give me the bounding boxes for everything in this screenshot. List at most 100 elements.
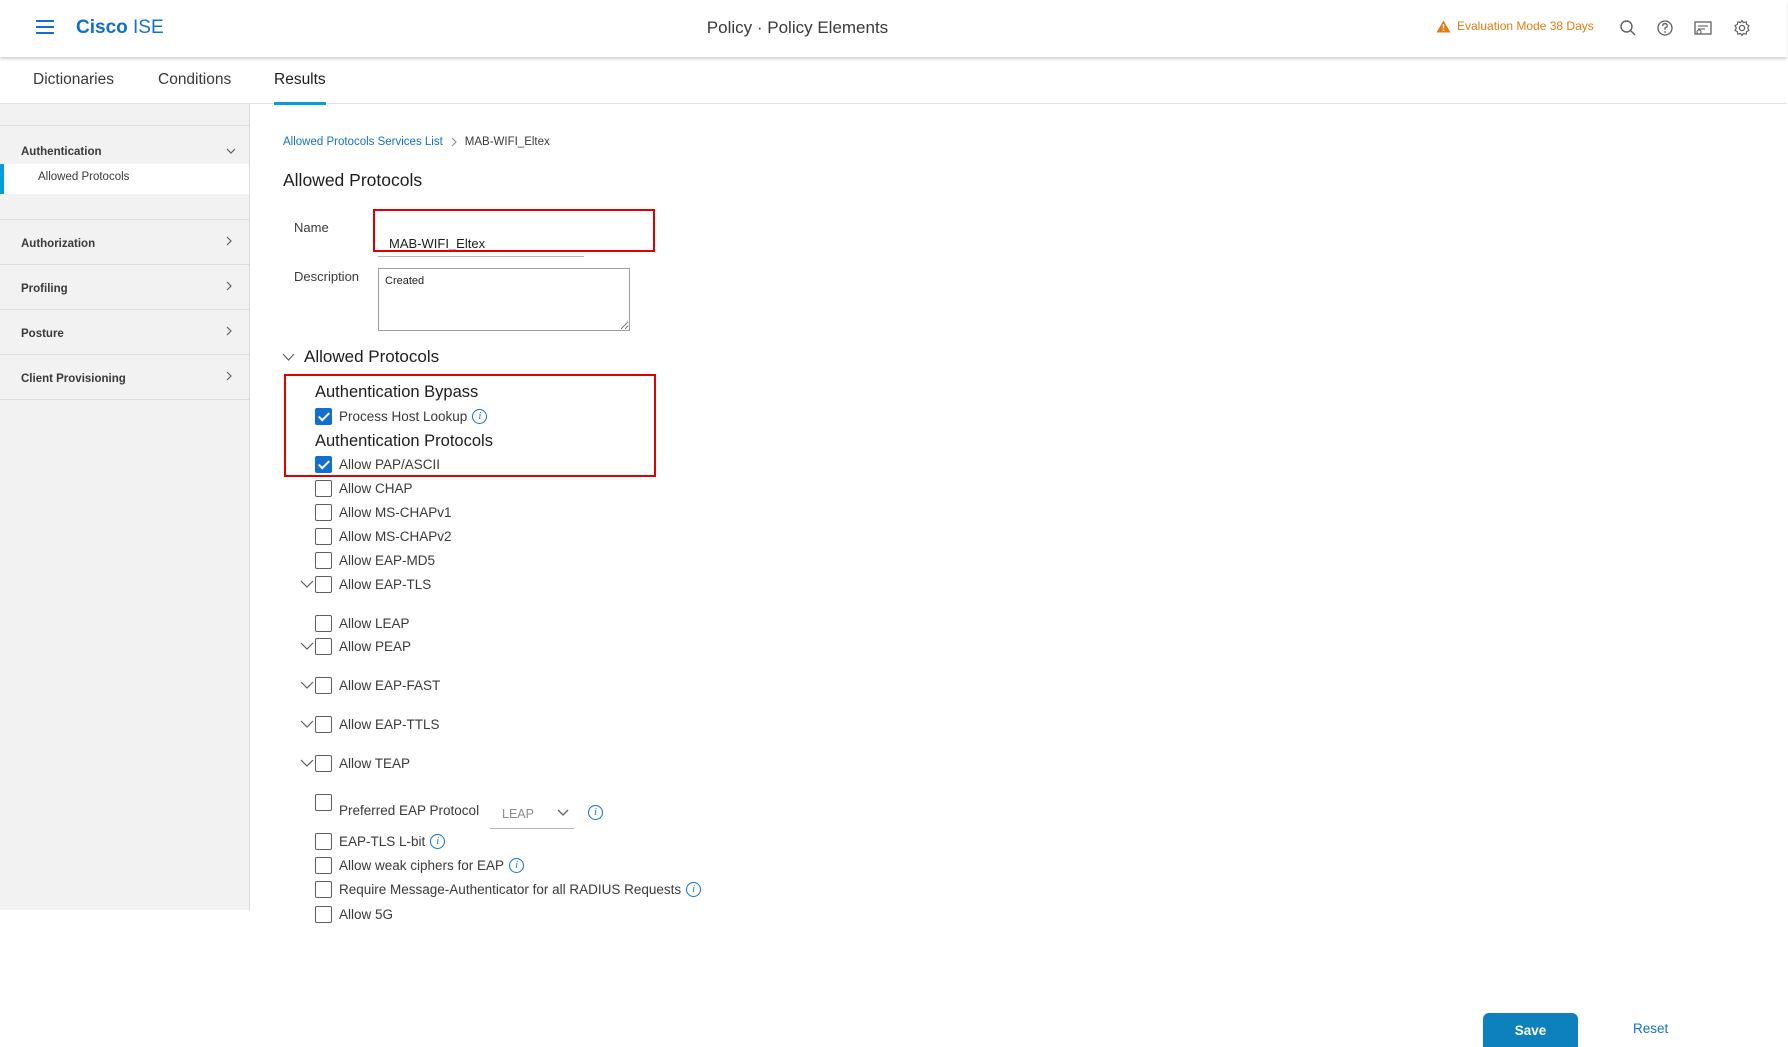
checkbox-label: Allow CHAP: [339, 480, 413, 496]
section-title: Allowed Protocols: [304, 347, 440, 366]
allow-teap-row: Allow TEAP: [315, 753, 410, 773]
chevron-right-icon: [226, 281, 232, 291]
name-label: Name: [294, 220, 329, 235]
info-icon[interactable]: i: [509, 857, 525, 873]
allow-leap-row: Allow LEAP: [315, 613, 410, 633]
checkbox-label: Allow PAP/ASCII: [339, 456, 441, 472]
sidebar-item-label: Profiling: [21, 283, 68, 295]
allow-eap-tls-row: Allow EAP-TLS: [315, 574, 431, 594]
sidebar-subitem-label: Allowed Protocols: [38, 171, 130, 183]
allowed-protocols-section-toggle[interactable]: Allowed Protocols: [282, 347, 439, 367]
warning-icon: [1436, 20, 1451, 32]
expand-eap-fast-icon[interactable]: [300, 680, 314, 690]
info-icon[interactable]: i: [588, 805, 603, 820]
sidebar-item-label: Client Provisioning: [21, 373, 126, 385]
sidebar-item-profiling[interactable]: Profiling: [0, 265, 249, 310]
description-field[interactable]: Created: [378, 268, 630, 331]
require-message-authenticator-row: Require Message-Authenticator for all RA…: [315, 879, 702, 899]
preferred-eap-protocol-checkbox[interactable]: [315, 794, 332, 811]
eap-tls-l-bit-row: EAP-TLS L-bit i: [315, 831, 446, 851]
info-icon[interactable]: i: [430, 833, 446, 849]
sidebar-section-authentication: Authentication Allowed Protocols: [0, 126, 249, 220]
gear-icon[interactable]: [1731, 17, 1753, 39]
notifications-icon[interactable]: [1692, 17, 1714, 39]
preferred-eap-protocol-row: Preferred EAP Protocol: [315, 794, 479, 824]
allow-eap-tls-checkbox[interactable]: [315, 575, 332, 593]
search-icon[interactable]: [1617, 17, 1639, 39]
expand-eap-ttls-icon[interactable]: [300, 719, 314, 729]
allow-ms-chapv1-checkbox[interactable]: [315, 503, 332, 521]
sidebar-item-client-provisioning[interactable]: Client Provisioning: [0, 355, 249, 400]
allow-eap-fast-row: Allow EAP-FAST: [315, 675, 440, 695]
tab-conditions[interactable]: Conditions: [158, 71, 231, 102]
expand-eap-tls-icon[interactable]: [300, 579, 314, 589]
chevron-down-icon: [282, 353, 295, 361]
allow-ms-chapv1-row: Allow MS-CHAPv1: [315, 502, 452, 522]
checkbox-label: Allow 5G: [339, 906, 394, 922]
allow-leap-checkbox[interactable]: [315, 614, 332, 632]
sidebar-item-label: Authentication: [21, 146, 102, 158]
allow-eap-md5-checkbox[interactable]: [315, 551, 332, 569]
eap-tls-l-bit-checkbox[interactable]: [315, 832, 332, 850]
require-message-authenticator-checkbox[interactable]: [315, 880, 332, 898]
checkbox-label: Allow EAP-TTLS: [339, 716, 440, 732]
checkbox-label: Allow MS-CHAPv2: [339, 528, 452, 544]
evaluation-mode-badge[interactable]: Evaluation Mode 38 Days: [1436, 19, 1594, 33]
chevron-right-icon: [226, 326, 232, 336]
checkbox-label: Allow EAP-TLS: [339, 576, 432, 592]
tab-dictionaries[interactable]: Dictionaries: [33, 71, 114, 102]
evaluation-mode-text: Evaluation Mode 38 Days: [1457, 19, 1594, 33]
allow-pap-ascii-checkbox[interactable]: [315, 455, 332, 473]
info-icon[interactable]: i: [472, 408, 488, 424]
preferred-eap-protocol-select[interactable]: LEAP: [490, 799, 574, 829]
expand-peap-icon[interactable]: [300, 641, 314, 651]
checkbox-label: Process Host Lookup: [339, 408, 468, 424]
allow-pap-ascii-row: Allow PAP/ASCII: [315, 454, 440, 474]
top-header: Cisco ISE Policy · Policy Elements Evalu…: [0, 0, 1787, 57]
allow-weak-ciphers-row: Allow weak ciphers for EAP i: [315, 855, 525, 875]
allow-ms-chapv2-checkbox[interactable]: [315, 527, 332, 545]
process-host-lookup-row: Process Host Lookup i: [315, 406, 488, 426]
sidebar-item-label: Authorization: [21, 238, 96, 250]
tab-results[interactable]: Results: [274, 71, 326, 105]
checkbox-label: Allow EAP-FAST: [339, 677, 441, 693]
expand-teap-icon[interactable]: [300, 758, 314, 768]
allow-eap-ttls-checkbox[interactable]: [315, 715, 332, 733]
allow-eap-ttls-row: Allow EAP-TTLS: [315, 714, 440, 734]
allow-5g-checkbox[interactable]: [315, 905, 332, 923]
chevron-down-icon: [226, 148, 236, 154]
allow-weak-ciphers-checkbox[interactable]: [315, 856, 332, 874]
checkbox-label: Allow MS-CHAPv1: [339, 504, 452, 520]
sidebar-item-label: Posture: [21, 328, 64, 340]
allow-eap-fast-checkbox[interactable]: [315, 676, 332, 694]
allow-teap-checkbox[interactable]: [315, 754, 332, 772]
sidebar-item-allowed-protocols[interactable]: Allowed Protocols: [0, 164, 249, 194]
authentication-bypass-title: Authentication Bypass: [315, 383, 479, 401]
allow-chap-checkbox[interactable]: [315, 479, 332, 497]
reset-button[interactable]: Reset: [1633, 1021, 1668, 1036]
sidebar-spacer: [0, 104, 249, 126]
allow-peap-checkbox[interactable]: [315, 637, 332, 655]
chevron-right-icon: [226, 236, 232, 246]
allow-chap-row: Allow CHAP: [315, 478, 413, 498]
checkbox-label: Allow PEAP: [339, 638, 412, 654]
highlight-box-name: [373, 209, 655, 252]
sidebar-item-authorization[interactable]: Authorization: [0, 220, 249, 265]
authentication-protocols-title: Authentication Protocols: [315, 432, 493, 450]
policy-elements-tabs: Dictionaries Conditions Results: [0, 57, 1787, 105]
process-host-lookup-checkbox[interactable]: [315, 407, 332, 425]
allow-eap-md5-row: Allow EAP-MD5: [315, 550, 435, 570]
checkbox-label: EAP-TLS L-bit: [339, 833, 426, 849]
checkbox-label: Require Message-Authenticator for all RA…: [339, 881, 682, 897]
sidebar-item-posture[interactable]: Posture: [0, 310, 249, 355]
help-icon[interactable]: [1654, 17, 1676, 39]
info-icon[interactable]: i: [686, 881, 702, 897]
checkbox-label: Allow weak ciphers for EAP: [339, 857, 505, 873]
breadcrumb-link-services-list[interactable]: Allowed Protocols Services List: [283, 136, 443, 148]
save-button[interactable]: Save: [1483, 1013, 1578, 1047]
chevron-right-icon: [226, 371, 232, 381]
description-label: Description: [294, 269, 360, 284]
checkbox-label: Allow LEAP: [339, 615, 410, 631]
breadcrumb-current: MAB-WIFI_Eltex: [464, 136, 550, 148]
checkbox-label: Allow EAP-MD5: [339, 552, 436, 568]
